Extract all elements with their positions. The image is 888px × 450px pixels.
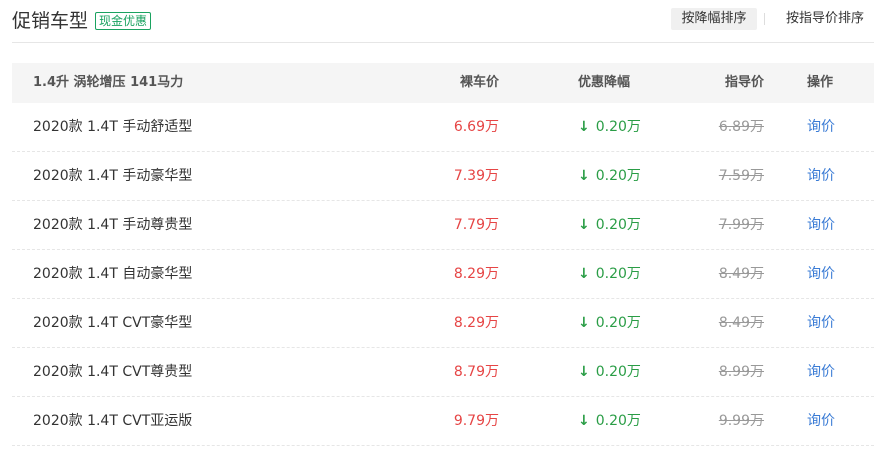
trim-name: 2020款 1.4T 手动舒适型 (33, 119, 193, 135)
inquire-price-link[interactable]: 询价 (807, 250, 835, 299)
bare-car-price: 8.79万 (453, 364, 499, 380)
trim-name: 2020款 1.4T 自动豪华型 (33, 266, 193, 282)
inquire-price-link[interactable]: 询价 (807, 299, 835, 348)
arrow-down-icon: ↓ (578, 364, 590, 380)
trim-name: 2020款 1.4T CVT豪华型 (33, 315, 193, 331)
arrow-down-icon: ↓ (578, 217, 590, 233)
bare-car-price: 7.79万 (453, 217, 499, 233)
discount-value: 0.20万 (595, 315, 641, 331)
discount-value: 0.20万 (595, 119, 641, 135)
guide-price: 7.59万 (718, 168, 764, 184)
column-header-guide-price: 指导价 (724, 75, 764, 90)
discount-value: 0.20万 (595, 168, 641, 184)
guide-price: 8.49万 (718, 266, 764, 282)
promo-price-table: 1.4升 涡轮增压 141马力 裸车价 优惠降幅 指导价 操作 2020款 1.… (12, 63, 874, 446)
discount-value: 0.20万 (595, 266, 641, 282)
guide-price: 7.99万 (718, 217, 764, 233)
inquire-price-link[interactable]: 询价 (807, 152, 835, 201)
table-row: 2020款 1.4T CVT豪华型 8.29万 ↓ 0.20万 8.49万 询价 (12, 299, 874, 348)
sort-by-guide-price-button[interactable]: 按指导价排序 (777, 8, 873, 30)
bare-car-price: 9.79万 (453, 413, 499, 429)
column-header-price: 裸车价 (459, 75, 499, 90)
section-header: 促销车型 现金优惠 按降幅排序 按指导价排序 (12, 0, 874, 43)
arrow-down-icon: ↓ (578, 413, 590, 429)
discount-amount: ↓ 0.20万 (578, 250, 641, 299)
column-header-action: 操作 (807, 75, 834, 90)
trim-name: 2020款 1.4T 手动豪华型 (33, 168, 193, 184)
discount-value: 0.20万 (595, 217, 641, 233)
guide-price: 9.99万 (718, 413, 764, 429)
trim-name: 2020款 1.4T 手动尊贵型 (33, 217, 193, 233)
arrow-down-icon: ↓ (578, 266, 590, 282)
discount-amount: ↓ 0.20万 (578, 397, 641, 446)
trim-name: 2020款 1.4T CVT亚运版 (33, 413, 193, 429)
column-header-discount: 优惠降幅 (578, 75, 631, 90)
inquire-price-link[interactable]: 询价 (807, 397, 835, 446)
cash-discount-badge: 现金优惠 (95, 12, 152, 30)
bare-car-price: 6.69万 (453, 119, 499, 135)
table-row: 2020款 1.4T CVT亚运版 9.79万 ↓ 0.20万 9.99万 询价 (12, 397, 874, 446)
discount-value: 0.20万 (595, 413, 641, 429)
discount-value: 0.20万 (595, 364, 641, 380)
arrow-down-icon: ↓ (578, 119, 590, 135)
inquire-price-link[interactable]: 询价 (807, 103, 835, 152)
arrow-down-icon: ↓ (578, 168, 590, 184)
table-row: 2020款 1.4T 手动舒适型 6.69万 ↓ 0.20万 6.89万 询价 (12, 103, 874, 152)
guide-price: 8.99万 (718, 364, 764, 380)
table-header: 1.4升 涡轮增压 141马力 裸车价 优惠降幅 指导价 操作 (12, 63, 874, 103)
column-header-group: 1.4升 涡轮增压 141马力 (33, 75, 184, 90)
discount-amount: ↓ 0.20万 (578, 299, 641, 348)
bare-car-price: 7.39万 (453, 168, 499, 184)
table-row: 2020款 1.4T 自动豪华型 8.29万 ↓ 0.20万 8.49万 询价 (12, 250, 874, 299)
inquire-price-link[interactable]: 询价 (807, 348, 835, 397)
table-row: 2020款 1.4T 手动尊贵型 7.79万 ↓ 0.20万 7.99万 询价 (12, 201, 874, 250)
page-title: 促销车型 (12, 10, 89, 32)
bare-car-price: 8.29万 (453, 266, 499, 282)
table-row: 2020款 1.4T 手动豪华型 7.39万 ↓ 0.20万 7.59万 询价 (12, 152, 874, 201)
sort-divider (764, 13, 765, 25)
discount-amount: ↓ 0.20万 (578, 152, 641, 201)
arrow-down-icon: ↓ (578, 315, 590, 331)
guide-price: 8.49万 (718, 315, 764, 331)
discount-amount: ↓ 0.20万 (578, 201, 641, 250)
inquire-price-link[interactable]: 询价 (807, 201, 835, 250)
discount-amount: ↓ 0.20万 (578, 348, 641, 397)
trim-name: 2020款 1.4T CVT尊贵型 (33, 364, 193, 380)
guide-price: 6.89万 (718, 119, 764, 135)
table-row: 2020款 1.4T CVT尊贵型 8.79万 ↓ 0.20万 8.99万 询价 (12, 348, 874, 397)
sort-by-discount-button[interactable]: 按降幅排序 (671, 8, 757, 30)
bare-car-price: 8.29万 (453, 315, 499, 331)
discount-amount: ↓ 0.20万 (578, 103, 641, 152)
